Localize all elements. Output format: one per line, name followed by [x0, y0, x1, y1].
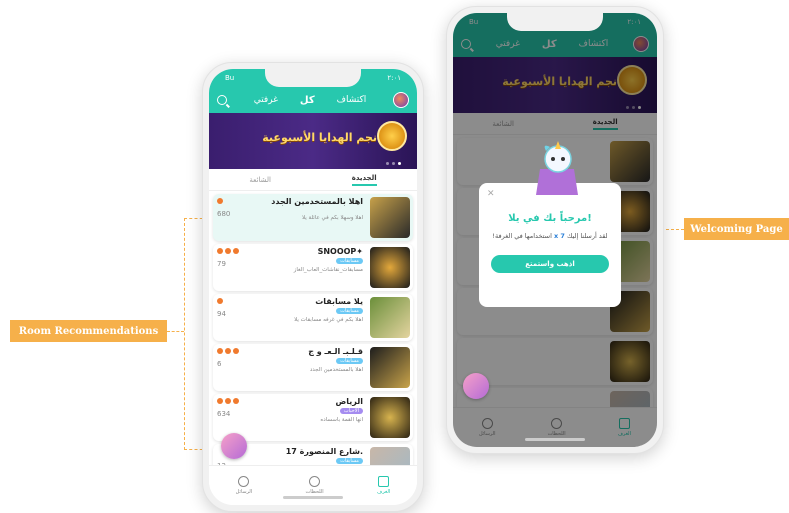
- weekly-gift-banner[interactable]: نجم الهدايا الأسبوعية: [209, 113, 417, 169]
- sub-tabs: الشائعة الجديدة: [209, 169, 417, 191]
- nav-rooms-label: الغرف: [377, 489, 391, 495]
- modal-title: مرحباً بك في يلا!: [508, 213, 592, 224]
- room-tag: مسابقات: [336, 458, 363, 464]
- chat-icon: [238, 476, 250, 487]
- phone-room-list: Bu ٢:٠١ غرفتي كل اكتشاف نجم الهدايا الأس…: [202, 62, 424, 512]
- room-name: اهلا بالمستخدمين الجدد: [271, 197, 363, 206]
- room-info: يلا مسابقات مسابقات اهلا بكم في غرفه مسا…: [213, 294, 367, 341]
- room-info: اهلا بالمستخدمين الجدد اهلا وسهلا بكم في…: [213, 194, 367, 241]
- room-thumbnail: [370, 247, 410, 288]
- room-thumbnail: [370, 397, 410, 438]
- room-info: قـلـبـ الـعـ و ج مسابقات اهلا بالمستخدمي…: [213, 344, 367, 391]
- phone-notch: [265, 69, 361, 87]
- tab-explore[interactable]: اكتشاف: [337, 95, 367, 105]
- room-card[interactable]: SNOOOP✦ مسابقات مسابقات_نقاشات_العاب_الغ…: [213, 244, 413, 291]
- room-card[interactable]: اهلا بالمستخدمين الجدد اهلا وسهلا بكم في…: [213, 194, 413, 241]
- room-meta: 94: [217, 298, 226, 318]
- room-tag: مسابقات: [336, 308, 363, 314]
- unicorn-mascot-icon: [536, 141, 578, 195]
- welcoming-page-callout: Welcoming Page: [684, 218, 789, 240]
- home-indicator: [525, 438, 585, 441]
- room-meta: 680: [217, 198, 230, 218]
- modal-body-suffix: استخدامها في الغرفة!: [492, 232, 552, 240]
- room-tag: الأحباب: [339, 408, 363, 414]
- nav-messages[interactable]: الرسائل: [235, 476, 253, 495]
- phone-welcome: Bu ٢:٠١ غرفتي كل اكتشاف نجم الهدايا الأس…: [446, 6, 664, 454]
- modal-body: لقد أرسلنا إليك 7 x استخدامها في الغرفة!: [479, 232, 621, 241]
- nav-rooms[interactable]: الغرف: [377, 476, 390, 495]
- nav-moments-label: اللحظات: [305, 489, 324, 495]
- tab-popular[interactable]: الشائعة: [249, 176, 271, 184]
- phone-screen: Bu ٢:٠١ غرفتي كل اكتشاف نجم الهدايا الأس…: [209, 69, 417, 505]
- floating-gift-button[interactable]: [463, 373, 489, 399]
- room-badges: [217, 398, 239, 404]
- go-enjoy-button[interactable]: اذهب واستمتع: [491, 255, 609, 274]
- room-card[interactable]: يلا مسابقات مسابقات اهلا بكم في غرفه مسا…: [213, 294, 413, 341]
- tab-my-room[interactable]: غرفتي: [254, 95, 278, 105]
- room-member-count: 94: [217, 310, 226, 318]
- room-badges: [217, 248, 239, 254]
- room-thumbnail: [370, 347, 410, 388]
- room-meta: 79: [217, 248, 239, 268]
- room-card[interactable]: قـلـبـ الـعـ و ج مسابقات اهلا بالمستخدمي…: [213, 344, 413, 391]
- modal-body-prefix: لقد أرسلنا إليك: [567, 232, 608, 240]
- room-thumbnail: [370, 297, 410, 338]
- tab-new[interactable]: الجديدة: [351, 174, 377, 186]
- top-nav: غرفتي كل اكتشاف: [209, 87, 417, 113]
- phone-screen: Bu ٢:٠١ غرفتي كل اكتشاف نجم الهدايا الأس…: [453, 13, 657, 447]
- room-member-count: 634: [217, 410, 231, 418]
- banner-title: نجم الهدايا الأسبوعية: [262, 131, 377, 144]
- room-recommendations-callout: Room Recommendations: [10, 320, 167, 342]
- banner-pager: [386, 162, 401, 165]
- room-card[interactable]: الرياض الأحباب انها القمة باسساده 634: [213, 394, 413, 441]
- home-icon: [378, 476, 390, 487]
- room-badges: [217, 348, 239, 354]
- avatar[interactable]: [393, 92, 409, 108]
- floating-gift-button[interactable]: [221, 433, 247, 459]
- room-badges: [217, 198, 230, 204]
- search-icon[interactable]: [217, 95, 227, 105]
- stage: Room Recommendations Welcoming Page Bu ٢…: [0, 0, 789, 513]
- phone-notch: [507, 13, 603, 31]
- tab-all[interactable]: كل: [300, 95, 315, 106]
- clock-text: ٢:٠١: [387, 74, 401, 82]
- room-description: اهلا وسهلا بكم في عائلة يلا: [301, 215, 363, 221]
- room-member-count: 79: [217, 260, 226, 268]
- room-name: يلا مسابقات: [315, 297, 363, 306]
- room-thumbnail: [370, 197, 410, 238]
- nav-messages-label: الرسائل: [235, 489, 253, 495]
- compass-icon: [309, 476, 321, 487]
- home-indicator: [283, 496, 343, 499]
- welcome-modal: ✕ مرحباً بك في يلا! لقد أرسلنا إليك 7 x …: [479, 183, 621, 307]
- room-tag: مسابقات: [336, 258, 363, 264]
- room-tag: مسابقات: [336, 358, 363, 364]
- room-meta: 6: [217, 348, 239, 368]
- room-info: SNOOOP✦ مسابقات مسابقات_نقاشات_العاب_الغ…: [213, 244, 367, 291]
- nav-moments[interactable]: اللحظات: [306, 476, 324, 495]
- carrier-text: Bu: [225, 74, 235, 82]
- room-description: اهلا بكم في غرفه مسابقات يلا: [294, 317, 363, 323]
- room-member-count: 680: [217, 210, 231, 218]
- room-meta: 634: [217, 398, 239, 418]
- star-medal-icon: [377, 121, 407, 151]
- close-icon[interactable]: ✕: [487, 189, 495, 199]
- callout-leader-vertical: [184, 218, 185, 450]
- room-member-count: 6: [217, 360, 222, 368]
- room-badges: [217, 298, 226, 304]
- gift-amount: 7 x: [553, 232, 565, 240]
- callout-leader-horizontal: [167, 331, 184, 332]
- top-tabs: غرفتي كل اكتشاف: [254, 95, 367, 106]
- bottom-nav: الرسائل اللحظات الغرف: [209, 465, 417, 505]
